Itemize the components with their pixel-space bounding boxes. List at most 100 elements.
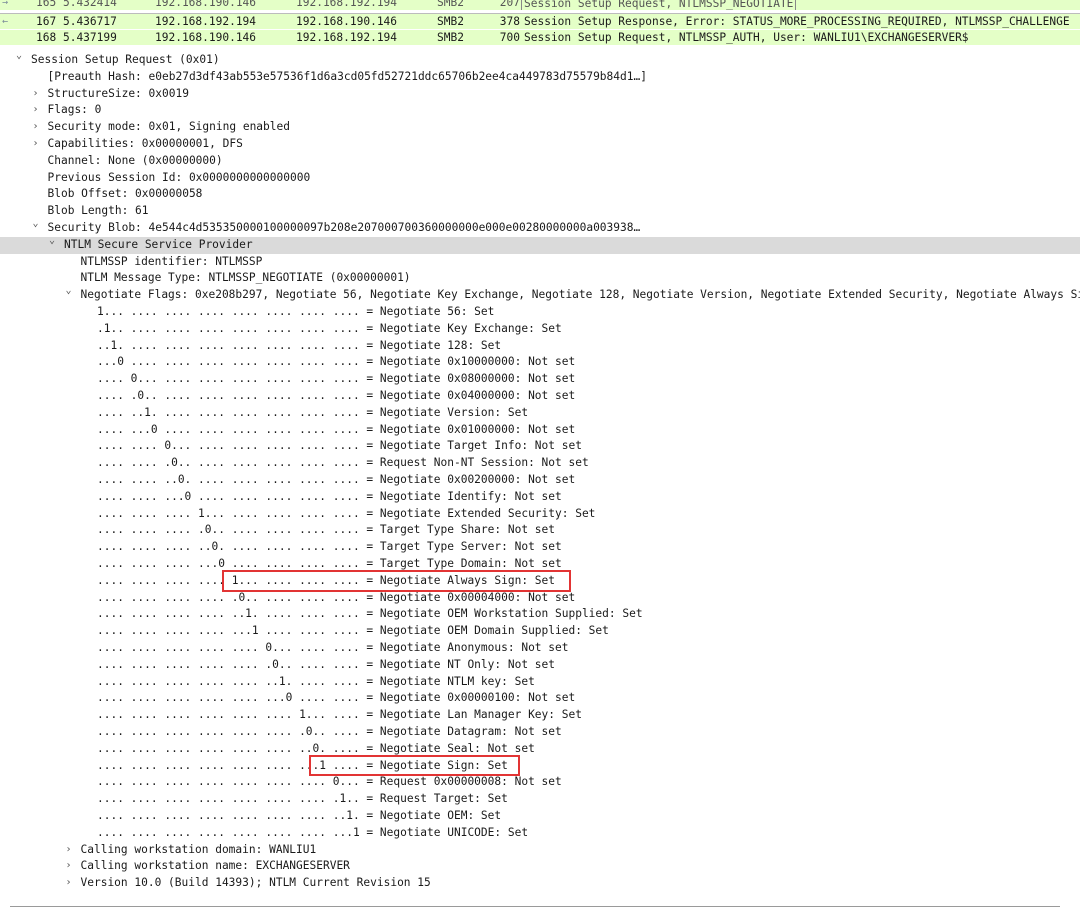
packet-row-165[interactable]: → 165 5.432414 192.168.190.146 192.168.1… <box>0 0 1080 10</box>
tree-line-text: .... .... .... .... .0.. .... .... .... … <box>97 590 576 604</box>
tree-field[interactable]: NTLMSSP identifier: NTLMSSP <box>0 254 1080 271</box>
tree-field[interactable]: Blob Length: 61 <box>0 203 1080 220</box>
tree-field[interactable]: .... .... 0... .... .... .... .... .... … <box>0 438 1080 455</box>
packet-no: 168 <box>36 31 57 44</box>
tree-field[interactable]: .... .... .... .... .... ..1. .... .... … <box>0 674 1080 691</box>
tree-node[interactable]: › Calling workstation domain: WANLIU1 <box>0 842 1080 859</box>
tree-field[interactable]: .... 0... .... .... .... .... .... .... … <box>0 371 1080 388</box>
chevron-down-icon[interactable]: ⌄ <box>46 237 58 250</box>
tree-field[interactable]: .... .... .... .... .... ...0 .... .... … <box>0 690 1080 707</box>
tree-field[interactable]: [Preauth Hash: e0eb27d3df43ab553e57536f1… <box>0 69 1080 86</box>
tree-field[interactable]: Channel: None (0x00000000) <box>0 153 1080 170</box>
packet-length: 378 <box>499 15 520 28</box>
tree-node[interactable]: › Version 10.0 (Build 14393); NTLM Curren… <box>0 875 1080 892</box>
tree-line-text: .... .... ...0 .... .... .... .... .... … <box>97 489 562 503</box>
tree-field[interactable]: ..1. .... .... .... .... .... .... .... … <box>0 338 1080 355</box>
tree-line-text: Capabilities: 0x00000001, DFS <box>47 137 243 150</box>
tree-field[interactable]: Previous Session Id: 0x0000000000000000 <box>0 170 1080 187</box>
tree-line-text: .... .... .... .... .... .0.. .... .... … <box>97 657 556 671</box>
tree-field[interactable]: .... .... .... .... .... .... .... ..1. … <box>0 808 1080 825</box>
tree-field[interactable]: .... .... .... ...0 .... .... .... .... … <box>0 556 1080 573</box>
tree-field[interactable]: .... .... .... .0.. .... .... .... .... … <box>0 522 1080 539</box>
packet-protocol: SMB2 <box>437 0 464 9</box>
tree-field[interactable]: .... .... .... .... .... .0.. .... .... … <box>0 657 1080 674</box>
tree-field[interactable]: .... ...0 .... .... .... .... .... .... … <box>0 422 1080 439</box>
tree-node[interactable]: › Security mode: 0x01, Signing enabled <box>0 119 1080 136</box>
chevron-down-icon[interactable]: ⌄ <box>30 220 42 233</box>
pane-divider[interactable] <box>10 906 1060 907</box>
chevron-right-icon[interactable]: › <box>30 136 42 153</box>
tree-line-text: .... .... .... .... .... ...0 .... .... … <box>97 691 576 705</box>
tree-line-text: Session Setup Request (0x01) <box>31 53 220 66</box>
tree-field[interactable]: .... .... ..0. .... .... .... .... .... … <box>0 472 1080 489</box>
tree-node[interactable]: › Flags: 0 <box>0 102 1080 119</box>
chevron-right-icon[interactable]: › <box>30 86 42 103</box>
tree-field[interactable]: 1... .... .... .... .... .... .... .... … <box>0 304 1080 321</box>
tree-field[interactable]: Blob Offset: 0x00000058 <box>0 186 1080 203</box>
tree-field[interactable]: ...0 .... .... .... .... .... .... .... … <box>0 354 1080 371</box>
packet-no: 167 <box>36 15 57 28</box>
tree-line-text: .1.. .... .... .... .... .... .... .... … <box>97 321 562 335</box>
packet-length: 207 <box>499 0 520 9</box>
tree-line-text: .... .... .... 1... .... .... .... .... … <box>97 506 596 520</box>
tree-field[interactable]: .... ..1. .... .... .... .... .... .... … <box>0 405 1080 422</box>
chevron-down-icon[interactable]: ⌄ <box>63 287 75 300</box>
tree-node[interactable]: ⌄ Negotiate Flags: 0xe208b297, Negotiate … <box>0 287 1080 304</box>
tree-line-text: NTLMSSP identifier: NTLMSSP <box>80 254 263 268</box>
packet-row-167[interactable]: ← 167 5.436717 192.168.192.194 192.168.1… <box>0 13 1080 29</box>
tree-node[interactable]: ⌄ Session Setup Request (0x01) <box>0 52 1080 69</box>
tree-line-text: .... .0.. .... .... .... .... .... .... … <box>97 389 576 402</box>
tree-field[interactable]: .... .... .... .... 1... .... .... .... … <box>0 573 1080 590</box>
tree-field[interactable]: .... .... .... .... .... .... .0.. .... … <box>0 724 1080 741</box>
tree-field[interactable]: NTLM Message Type: NTLMSSP_NEGOTIATE (0x… <box>0 270 1080 287</box>
chevron-right-icon[interactable]: › <box>30 102 42 119</box>
tree-node[interactable]: ⌄ NTLM Secure Service Provider <box>0 236 1080 254</box>
arrow-left-icon: ← <box>2 16 9 27</box>
tree-line-text: .... .... ..0. .... .... .... .... .... … <box>97 473 576 486</box>
tree-line-text: Version 10.0 (Build 14393); NTLM Current… <box>80 876 431 890</box>
tree-node[interactable]: › StructureSize: 0x0019 <box>0 86 1080 103</box>
tree-field[interactable]: .... .... ...0 .... .... .... .... .... … <box>0 489 1080 506</box>
tree-line-text: .... .... .... .... .... .... .... .1.. … <box>97 792 508 806</box>
chevron-right-icon[interactable]: › <box>63 875 75 892</box>
packet-destination: 192.168.190.146 <box>296 15 398 28</box>
tree-field[interactable]: .... .... .0.. .... .... .... .... .... … <box>0 455 1080 472</box>
packet-info: Session Setup Request, NTLMSSP_NEGOTIATE <box>521 0 797 10</box>
tree-line-text: .... .... .... .... ...1 .... .... .... … <box>97 624 609 638</box>
tree-field[interactable]: .... .... .... 1... .... .... .... .... … <box>0 506 1080 523</box>
tree-field[interactable]: .1.. .... .... .... .... .... .... .... … <box>0 321 1080 338</box>
tree-node[interactable]: › Calling workstation name: EXCHANGESERVE… <box>0 858 1080 875</box>
tree-line-text: [Preauth Hash: e0eb27d3df43ab553e57536f1… <box>47 69 647 83</box>
tree-node[interactable]: ⌄ Security Blob: 4e544c4d5353500001000000… <box>0 220 1080 237</box>
tree-node[interactable]: › Capabilities: 0x00000001, DFS <box>0 136 1080 153</box>
tree-line-text: 1... .... .... .... .... .... .... .... … <box>97 305 495 318</box>
tree-line-text: Security Blob: 4e544c4d53535000010000009… <box>47 221 641 234</box>
tree-field[interactable]: .... .... .... .... .... .... ..0. .... … <box>0 741 1080 758</box>
packet-details-tree: ⌄ Session Setup Request (0x01) [Preauth Ha… <box>0 52 1080 892</box>
tree-field[interactable]: .... .0.. .... .... .... .... .... .... … <box>0 388 1080 405</box>
tree-field[interactable]: .... .... .... .... .0.. .... .... .... … <box>0 590 1080 607</box>
tree-line-text: .... .... .... .... .... ..1. .... .... … <box>97 674 535 688</box>
packet-row-168[interactable]: 168 5.437199 192.168.190.146 192.168.192… <box>0 30 1080 45</box>
chevron-right-icon[interactable]: › <box>30 119 42 136</box>
tree-line-text: .... .... .... ...0 .... .... .... .... … <box>97 557 562 570</box>
tree-field[interactable]: .... .... .... ..0. .... .... .... .... … <box>0 539 1080 556</box>
tree-field[interactable]: .... .... .... .... .... 0... .... .... … <box>0 640 1080 657</box>
tree-line-text: .... .... 0... .... .... .... .... .... … <box>97 439 582 453</box>
tree-field[interactable]: .... .... .... .... .... .... .... 0... … <box>0 774 1080 791</box>
tree-field[interactable]: .... .... .... .... ..1. .... .... .... … <box>0 606 1080 623</box>
tree-line-text: .... ...0 .... .... .... .... .... .... … <box>97 422 576 436</box>
tree-line-text: Calling workstation name: EXCHANGESERVER <box>80 859 350 873</box>
chevron-right-icon[interactable]: › <box>63 842 75 859</box>
tree-field[interactable]: .... .... .... .... .... .... 1... .... … <box>0 707 1080 724</box>
tree-line-text: .... .... .... ..0. .... .... .... .... … <box>97 540 562 554</box>
chevron-down-icon[interactable]: ⌄ <box>13 52 25 65</box>
packet-info: Session Setup Response, Error: STATUS_MO… <box>524 15 1070 28</box>
chevron-right-icon[interactable]: › <box>63 858 75 875</box>
arrow-left-icon: → <box>2 0 9 8</box>
tree-field[interactable]: .... .... .... .... ...1 .... .... .... … <box>0 623 1080 640</box>
packet-no: 165 <box>36 0 57 9</box>
tree-field[interactable]: .... .... .... .... .... .... ...1 .... … <box>0 758 1080 775</box>
tree-field[interactable]: .... .... .... .... .... .... .... ...1 … <box>0 825 1080 842</box>
tree-field[interactable]: .... .... .... .... .... .... .... .1.. … <box>0 791 1080 808</box>
